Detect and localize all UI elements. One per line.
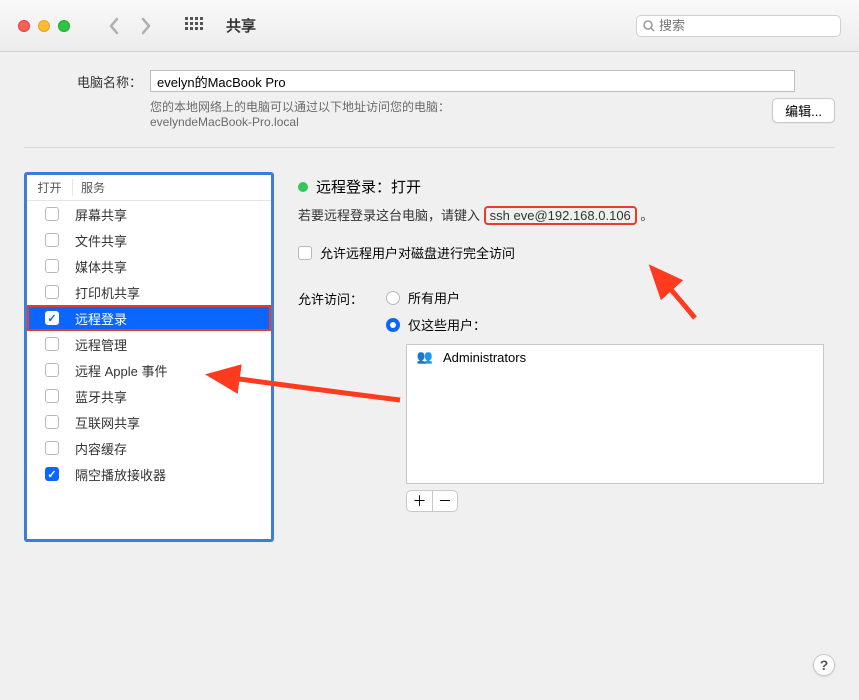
service-label: 互联网共享 [75, 413, 140, 432]
local-hostname: evelyndeMacBook-Pro.local [150, 115, 450, 129]
services-header-name: 服务 [73, 179, 105, 196]
service-checkbox[interactable] [45, 363, 59, 377]
user-row[interactable]: 👥 Administrators [407, 345, 823, 369]
computer-name-input[interactable] [150, 70, 795, 92]
service-checkbox[interactable] [45, 337, 59, 351]
services-panel: 打开 服务 屏幕共享文件共享媒体共享打印机共享远程登录远程管理远程 Apple … [24, 172, 274, 542]
service-row[interactable]: 互联网共享 [27, 409, 271, 435]
service-checkbox[interactable] [45, 233, 59, 247]
service-row[interactable]: 远程 Apple 事件 [27, 357, 271, 383]
services-header-on: 打开 [27, 179, 73, 196]
minimize-window-button[interactable] [38, 20, 50, 32]
close-window-button[interactable] [18, 20, 30, 32]
search-field[interactable] [636, 15, 841, 37]
service-checkbox[interactable] [45, 311, 59, 325]
allow-access-label: 允许访问： [298, 288, 376, 308]
computer-name-label: 电脑名称： [24, 72, 142, 91]
status-indicator-icon [298, 182, 308, 192]
add-user-button[interactable]: ＋ [406, 490, 432, 512]
traffic-lights [18, 20, 70, 32]
radio-only-users[interactable] [386, 318, 400, 332]
service-label: 远程登录 [75, 309, 127, 328]
user-name: Administrators [443, 350, 526, 365]
service-checkbox[interactable] [45, 389, 59, 403]
service-row[interactable]: 远程管理 [27, 331, 271, 357]
service-label: 隔空播放接收器 [75, 465, 166, 484]
service-row[interactable]: 远程登录 [27, 305, 271, 331]
service-label: 媒体共享 [75, 257, 127, 276]
service-label: 内容缓存 [75, 439, 127, 458]
service-row[interactable]: 媒体共享 [27, 253, 271, 279]
service-row[interactable]: 打印机共享 [27, 279, 271, 305]
service-label: 文件共享 [75, 231, 127, 250]
edit-hostname-button[interactable]: 编辑... [772, 98, 835, 123]
service-checkbox[interactable] [45, 441, 59, 455]
full-disk-access-checkbox[interactable] [298, 246, 312, 260]
ssh-instruction: 若要远程登录这台电脑，请键入 ssh eve@192.168.0.106 。 [298, 205, 835, 225]
allowed-users-list[interactable]: 👥 Administrators [406, 344, 824, 484]
service-label: 打印机共享 [75, 283, 140, 302]
service-checkbox[interactable] [45, 285, 59, 299]
forward-button[interactable] [140, 17, 152, 35]
window-title: 共享 [226, 15, 628, 36]
service-label: 远程 Apple 事件 [75, 361, 167, 380]
computer-name-section: 电脑名称： 您的本地网络上的电脑可以通过以下地址访问您的电脑： evelynde… [0, 52, 859, 152]
service-detail: 远程登录：打开 若要远程登录这台电脑，请键入 ssh eve@192.168.0… [298, 172, 835, 542]
radio-all-users[interactable] [386, 291, 400, 305]
search-input[interactable] [659, 18, 835, 33]
service-label: 屏幕共享 [75, 205, 127, 224]
service-checkbox[interactable] [45, 207, 59, 221]
service-row[interactable]: 隔空播放接收器 [27, 461, 271, 487]
window-toolbar: 共享 [0, 0, 859, 52]
back-button[interactable] [108, 17, 120, 35]
service-checkbox[interactable] [45, 415, 59, 429]
radio-all-users-label: 所有用户 [408, 288, 460, 307]
zoom-window-button[interactable] [58, 20, 70, 32]
service-label: 蓝牙共享 [75, 387, 127, 406]
service-row[interactable]: 内容缓存 [27, 435, 271, 461]
remove-user-button[interactable]: － [432, 490, 458, 512]
service-checkbox[interactable] [45, 467, 59, 481]
local-address-hint: 您的本地网络上的电脑可以通过以下地址访问您的电脑： [150, 98, 450, 115]
service-label: 远程管理 [75, 335, 127, 354]
full-disk-access-label: 允许远程用户对磁盘进行完全访问 [320, 243, 515, 262]
user-group-icon: 👥 [415, 349, 435, 365]
search-icon [643, 20, 655, 32]
service-row[interactable]: 文件共享 [27, 227, 271, 253]
show-all-icon[interactable] [185, 17, 203, 35]
remote-login-status: 远程登录：打开 [316, 176, 421, 197]
service-row[interactable]: 屏幕共享 [27, 201, 271, 227]
ssh-command: ssh eve@192.168.0.106 [484, 206, 637, 225]
service-row[interactable]: 蓝牙共享 [27, 383, 271, 409]
radio-only-users-label: 仅这些用户： [408, 315, 486, 334]
help-button[interactable]: ? [813, 654, 835, 676]
service-checkbox[interactable] [45, 259, 59, 273]
